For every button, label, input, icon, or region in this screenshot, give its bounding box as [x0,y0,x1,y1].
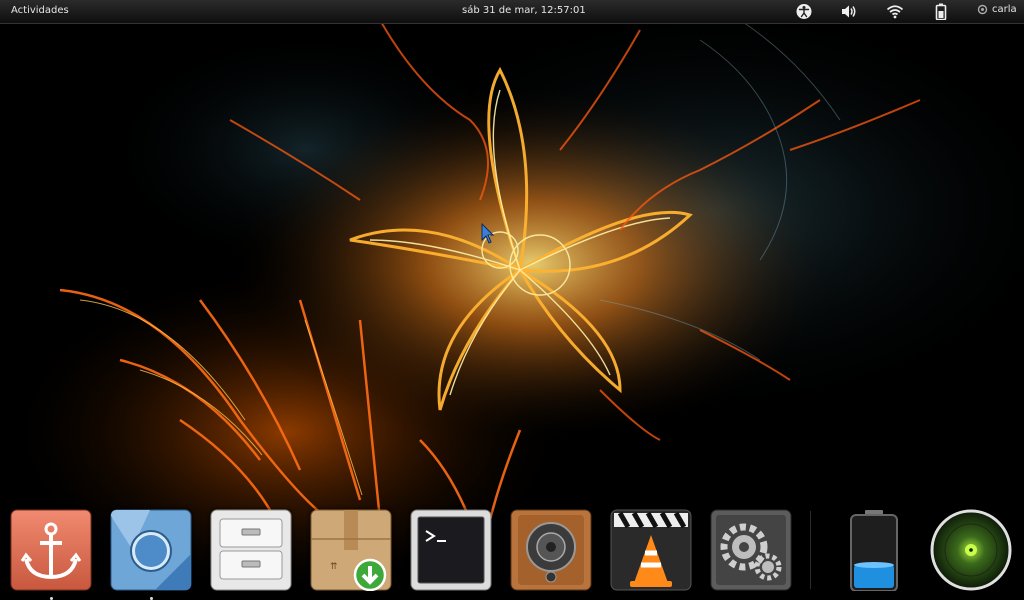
package-installer-launcher[interactable]: ⇈ [310,509,392,591]
vlc-media-player-launcher[interactable] [610,509,692,591]
terminal-icon [410,509,492,591]
wifi-icon[interactable] [886,3,904,20]
speaker-icon [510,509,592,591]
anchor-app-launcher[interactable] [10,509,92,591]
anchor-icon [10,509,92,591]
mouse-cursor-icon [481,223,495,244]
radar-widget[interactable] [930,509,1012,591]
speaker-app-launcher[interactable] [510,509,592,591]
battery-icon[interactable] [932,3,950,21]
terminal-launcher[interactable] [410,509,492,591]
clock[interactable]: sáb 31 de mar, 12:57:01 [462,5,586,16]
battery-level-icon [850,510,898,591]
user-menu[interactable]: carla [977,4,1017,15]
file-cabinet-launcher[interactable] [210,509,292,591]
dock-separator [810,511,811,589]
dock: ⇈ [0,503,1024,600]
user-status-icon [977,4,988,15]
system-settings-launcher[interactable] [710,509,792,591]
activities-button[interactable]: Actividades [11,5,69,16]
top-panel: Actividades sáb 31 de mar, 12:57:01 carl… [0,0,1024,24]
chromium-browser-launcher[interactable] [110,509,192,591]
user-name: carla [992,4,1017,15]
package-download-icon: ⇈ [310,509,392,591]
file-cabinet-icon [210,509,292,591]
volume-icon[interactable] [840,3,858,20]
svg-text:⇈: ⇈ [330,562,338,572]
radar-icon [930,509,1012,591]
vlc-clapper-icon [610,509,692,591]
gears-icon [710,509,792,591]
accessibility-icon[interactable] [795,3,813,20]
chromium-icon [110,509,192,591]
battery-widget[interactable] [833,509,915,591]
